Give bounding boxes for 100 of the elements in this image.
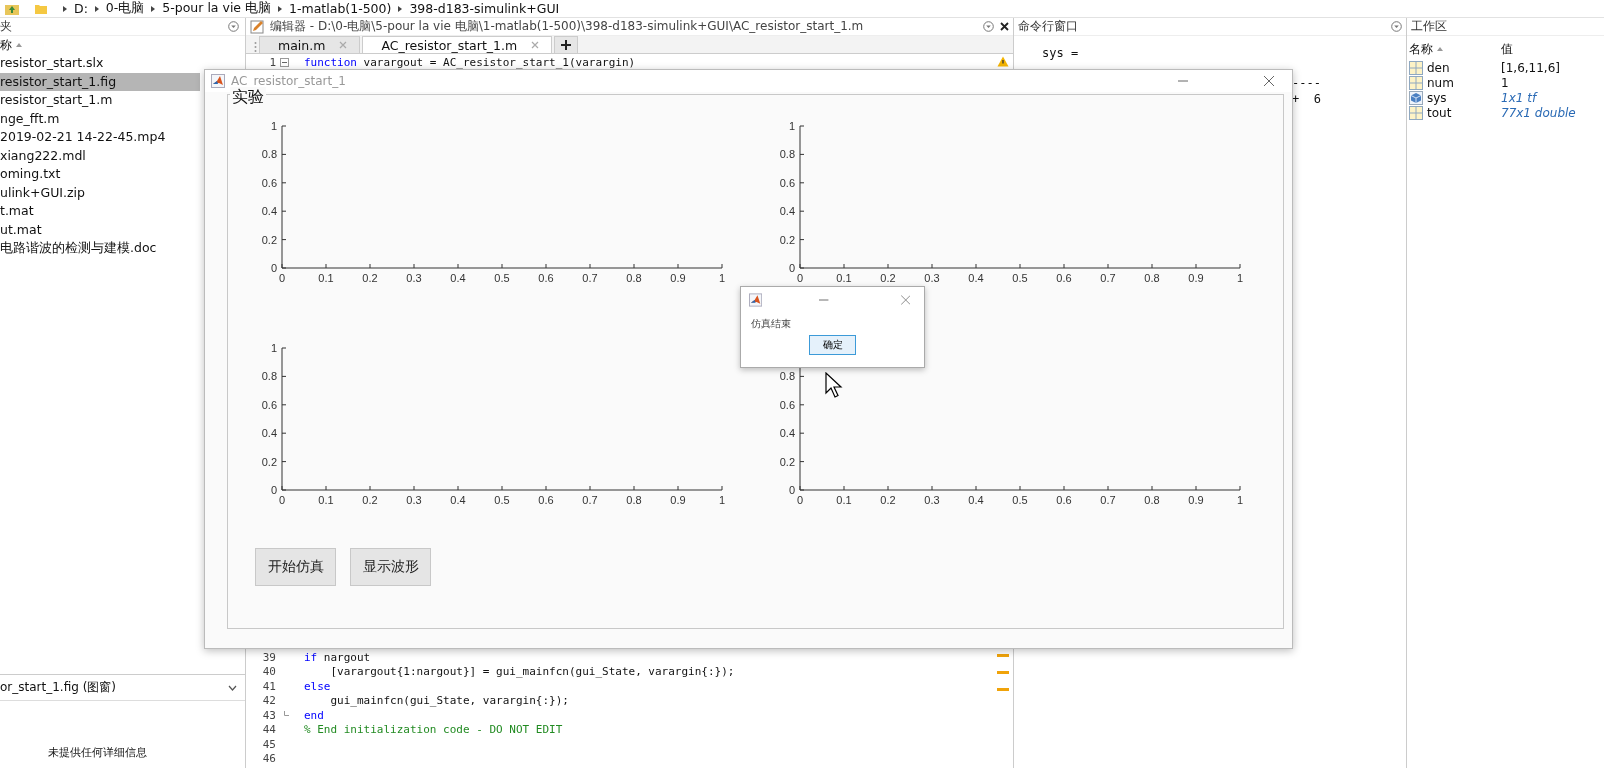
chevron-down-icon[interactable] (228, 684, 237, 691)
push-button[interactable]: 显示波形 (350, 548, 431, 586)
path-crumb[interactable]: 0-电脑 (105, 0, 145, 17)
file-item[interactable]: nge_fft.m (0, 109, 200, 128)
file-item[interactable]: resistor_start.slx (0, 54, 200, 73)
tick-label: 1 (718, 272, 726, 284)
column-header[interactable]: 称 (0, 36, 12, 54)
chevron-icon (397, 4, 404, 13)
tick-label: 0.2 (261, 233, 277, 246)
analyzer-marker[interactable] (997, 671, 1009, 674)
tick-label: 0.2 (362, 272, 378, 284)
minimize-icon[interactable] (819, 299, 829, 301)
editor-tab[interactable]: AC_resistor_start_1.m (362, 36, 553, 53)
line-number: 42 (261, 694, 276, 708)
path-crumb[interactable]: 1-matlab(1-500) (289, 1, 392, 16)
sort-arrow-icon (16, 43, 22, 47)
tick-label: 0 (270, 262, 277, 274)
tick-label: 0 (796, 494, 804, 506)
tick-label: 0.2 (362, 494, 378, 506)
tick-label: 0.1 (318, 494, 334, 506)
code-line: if nargout (304, 650, 371, 664)
fold-icon[interactable] (280, 58, 289, 67)
push-button[interactable]: 开始仿真 (255, 548, 336, 586)
tick-label: 0 (270, 484, 277, 496)
tick-label: 0.4 (261, 427, 277, 440)
tick-label: 0.4 (261, 205, 277, 218)
tick-label: 0.8 (779, 148, 795, 161)
variable-name[interactable]: sys (1427, 90, 1447, 105)
tick-label: 0.4 (450, 272, 466, 284)
dropdown-icon[interactable] (1391, 21, 1402, 32)
variable-value: 77x1 double (1501, 105, 1577, 120)
file-item[interactable]: ulink+GUI.zip (0, 183, 200, 202)
tick-label: 0.2 (779, 233, 795, 246)
tick-label: 0.8 (1144, 272, 1160, 284)
path-crumb[interactable]: 5-pour la vie 电脑 (162, 0, 272, 17)
file-item[interactable]: resistor_start_1.m (0, 91, 200, 110)
tick-label: 0.6 (538, 494, 554, 506)
ok-button[interactable]: 确定 (809, 335, 856, 355)
code-line: function varargout = AC_resistor_start_1(varargin) (304, 56, 636, 69)
file-item[interactable]: resistor_start_1.fig (0, 72, 200, 91)
variable-name[interactable]: num (1427, 75, 1454, 90)
line-number: 46 (261, 752, 276, 766)
chevron-icon (277, 4, 284, 13)
new-tab-button[interactable] (554, 36, 579, 53)
variable-name[interactable]: den (1427, 60, 1450, 75)
dropdown-icon[interactable] (983, 21, 994, 32)
line-number: 41 (261, 679, 276, 693)
editor-title: 编辑器 - D:\0-电脑\5-pour la vie 电脑\1-matlab(1-500)\398-d183-simulink+GUI\AC_resistor_start_1.m (270, 18, 865, 35)
file-item[interactable]: xiang222.mdl (0, 146, 200, 165)
file-item[interactable]: t.mat (0, 202, 200, 221)
handle-icon[interactable] (254, 41, 257, 53)
tick-label: 0.1 (318, 272, 334, 284)
file-item[interactable]: 电路谐波的检测与建模.doc (0, 239, 200, 258)
tick-label: 0.4 (779, 205, 795, 218)
dropdown-icon[interactable] (228, 21, 239, 32)
tick-label: 0.6 (1056, 272, 1072, 284)
analyzer-marker[interactable] (997, 654, 1009, 657)
tick-label: 0.8 (626, 272, 642, 284)
tick-label: 0.6 (779, 176, 795, 189)
console-text: + 6 (1292, 92, 1321, 108)
tick-label: 0.7 (582, 494, 598, 506)
console-text: sys = (1042, 46, 1080, 62)
tick-label: 0.1 (836, 272, 852, 284)
column-header[interactable]: 名称 (1409, 40, 1433, 58)
tick-label: 1 (1236, 494, 1244, 506)
tick-label: 1 (1236, 272, 1244, 284)
file-item[interactable]: 2019-02-21 14-22-45.mp4 (0, 128, 200, 147)
line-number: 43 (261, 708, 276, 722)
tick-label: 0.9 (670, 494, 686, 506)
tick-label: 0.8 (261, 148, 277, 161)
warning-icon[interactable] (997, 56, 1009, 67)
analyzer-marker[interactable] (997, 688, 1009, 691)
file-item[interactable]: ut.mat (0, 220, 200, 239)
tick-label: 0.9 (1188, 272, 1204, 284)
line-number: 39 (261, 650, 276, 664)
tick-label: 0.3 (406, 272, 422, 284)
tick-label: 0.8 (779, 370, 795, 383)
close-icon[interactable] (1000, 22, 1009, 31)
tick-label: 0.3 (924, 494, 940, 506)
tick-label: 0 (788, 484, 795, 496)
tick-label: 0.4 (450, 494, 466, 506)
tick-label: 0.8 (1144, 494, 1160, 506)
editor-tab[interactable]: main.m (259, 36, 361, 53)
line-number: 40 (261, 665, 276, 679)
file-item[interactable]: oming.txt (0, 165, 200, 184)
variable-name[interactable]: tout (1427, 105, 1452, 120)
variable-value: 1x1 tf (1501, 90, 1539, 105)
panel-title: 夹 (0, 18, 12, 35)
tick-label: 0.5 (1012, 272, 1028, 284)
path-crumb[interactable]: 398-d183-simulink+GUI (409, 1, 560, 16)
pointer-icon (825, 372, 843, 398)
column-header[interactable]: 值 (1501, 40, 1604, 58)
tick-label: 0.5 (1012, 494, 1028, 506)
path-crumb[interactable]: D: (74, 1, 88, 16)
plus-icon (561, 40, 572, 50)
tick-label: 0.2 (779, 455, 795, 468)
code-line: [varargout{1:nargout}] = gui_mainfcn(gui_State, varargin{:}); (329, 665, 735, 679)
table-icon (1409, 105, 1423, 120)
chevron-icon (150, 4, 157, 13)
code-line: % End initialization code - DO NOT EDIT (304, 723, 563, 737)
